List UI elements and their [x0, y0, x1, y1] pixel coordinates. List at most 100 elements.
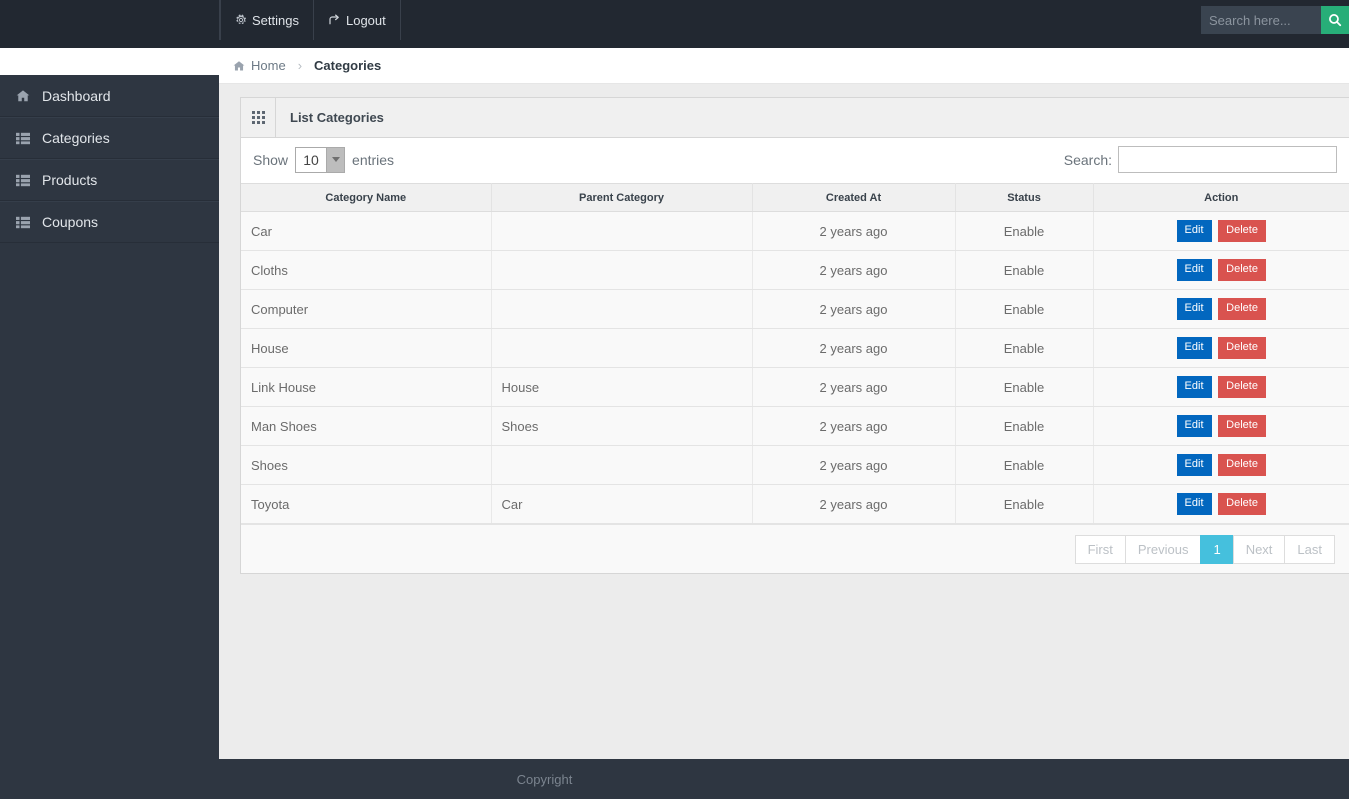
cell-created-at: 2 years ago	[752, 211, 956, 251]
sidebar-item-categories[interactable]: Categories	[0, 117, 219, 159]
global-search	[1201, 6, 1349, 34]
table-body: Car 2 years ago Enable Edit Delete Cloth…	[241, 211, 1349, 524]
column-header-status[interactable]: Status	[955, 183, 1094, 212]
cell-created-at: 2 years ago	[752, 484, 956, 524]
cell-created-at: 2 years ago	[752, 289, 956, 329]
panel-header: List Categories	[241, 98, 1349, 138]
edit-button[interactable]: Edit	[1176, 259, 1212, 281]
list-icon	[16, 216, 42, 229]
datatable-search-input[interactable]	[1118, 146, 1337, 173]
edit-button[interactable]: Edit	[1176, 337, 1212, 359]
edit-button[interactable]: Edit	[1176, 298, 1212, 320]
footer-copyright: Copyright	[516, 771, 573, 787]
sidebar-item-categories-label: Categories	[42, 130, 110, 146]
datatable-controls: Show 10 entries Search:	[241, 146, 1349, 183]
delete-button[interactable]: Delete	[1218, 376, 1266, 398]
home-icon	[16, 89, 42, 103]
table-row: Man Shoes Shoes 2 years ago Enable Edit …	[241, 406, 1349, 446]
pagination-last[interactable]: Last	[1284, 534, 1335, 564]
column-header-parent-category[interactable]: Parent Category	[491, 183, 753, 212]
table-row: Cloths 2 years ago Enable Edit Delete	[241, 250, 1349, 290]
nav-item-settings[interactable]: Settings	[220, 0, 314, 40]
table-row: House 2 years ago Enable Edit Delete	[241, 328, 1349, 368]
cell-status: Enable	[955, 484, 1094, 524]
top-nav-items: Settings Logout	[219, 0, 401, 40]
entries-select[interactable]: 10	[295, 146, 346, 173]
cell-action: Edit Delete	[1093, 406, 1349, 446]
global-search-input[interactable]	[1201, 6, 1321, 34]
datatable-search: Search:	[1064, 146, 1337, 173]
breadcrumb-current: Categories	[314, 58, 382, 73]
delete-button[interactable]: Delete	[1218, 259, 1266, 281]
edit-button[interactable]: Edit	[1176, 415, 1212, 437]
gear-icon	[235, 14, 247, 26]
breadcrumb-separator: ›	[297, 58, 303, 73]
column-header-created-at[interactable]: Created At	[752, 183, 956, 212]
cell-action: Edit Delete	[1093, 328, 1349, 368]
chevron-down-icon[interactable]	[326, 147, 345, 172]
sidebar-item-products[interactable]: Products	[0, 159, 219, 201]
main-content: Home › Categories List Categories Show 1…	[219, 48, 1349, 759]
cell-created-at: 2 years ago	[752, 250, 956, 290]
breadcrumb-home-link[interactable]: Home	[251, 58, 286, 73]
panel-body: Show 10 entries Search: Category Name Pa…	[241, 138, 1349, 573]
pagination-first[interactable]: First	[1074, 534, 1126, 564]
edit-button[interactable]: Edit	[1176, 493, 1212, 515]
sidebar-item-dashboard[interactable]: Dashboard	[0, 75, 219, 117]
cell-parent-category: Car	[491, 484, 753, 524]
sidebar: Dashboard Categories Products Coupons	[0, 75, 219, 759]
sidebar-item-dashboard-label: Dashboard	[42, 87, 111, 104]
cell-category-name: Shoes	[241, 445, 492, 485]
delete-button[interactable]: Delete	[1218, 493, 1266, 515]
sidebar-item-coupons[interactable]: Coupons	[0, 201, 219, 243]
cell-action: Edit Delete	[1093, 484, 1349, 524]
column-header-action: Action	[1093, 183, 1349, 212]
cell-parent-category: House	[491, 367, 753, 407]
table-row: Computer 2 years ago Enable Edit Delete	[241, 289, 1349, 329]
top-navbar: Settings Logout	[0, 0, 1349, 48]
cell-parent-category	[491, 289, 753, 329]
logout-arrow-icon	[328, 14, 341, 26]
cell-status: Enable	[955, 406, 1094, 446]
cell-category-name: Cloths	[241, 250, 492, 290]
column-header-category-name[interactable]: Category Name	[241, 183, 492, 212]
datatable-search-label: Search:	[1063, 151, 1112, 168]
datatable-footer: First Previous 1 Next Last	[241, 524, 1349, 573]
cell-parent-category	[491, 445, 753, 485]
cell-status: Enable	[955, 367, 1094, 407]
sidebar-item-products-label: Products	[42, 172, 98, 188]
cell-category-name: Computer	[241, 289, 492, 329]
cell-action: Edit Delete	[1093, 367, 1349, 407]
entries-suffix-label: entries	[352, 151, 395, 168]
cell-parent-category	[491, 211, 753, 251]
nav-item-settings-label: Settings	[252, 12, 299, 28]
cell-created-at: 2 years ago	[752, 367, 956, 407]
cell-status: Enable	[955, 250, 1094, 290]
categories-table: Category Name Parent Category Created At…	[241, 183, 1349, 524]
pagination-previous[interactable]: Previous	[1124, 534, 1202, 564]
edit-button[interactable]: Edit	[1176, 376, 1212, 398]
edit-button[interactable]: Edit	[1176, 220, 1212, 242]
nav-item-logout[interactable]: Logout	[312, 0, 401, 40]
list-icon	[16, 132, 42, 145]
delete-button[interactable]: Delete	[1218, 298, 1266, 320]
pagination: First Previous 1 Next Last	[1074, 534, 1335, 564]
cell-created-at: 2 years ago	[752, 445, 956, 485]
delete-button[interactable]: Delete	[1218, 220, 1266, 242]
global-search-button[interactable]	[1321, 6, 1349, 34]
cell-action: Edit Delete	[1093, 445, 1349, 485]
page-root: Settings Logout Search here... Dashboard…	[0, 0, 1349, 799]
pagination-next[interactable]: Next	[1232, 534, 1286, 564]
entries-length-control: Show 10 entries	[253, 146, 395, 173]
cell-status: Enable	[955, 289, 1094, 329]
nav-item-logout-label: Logout	[345, 12, 386, 28]
delete-button[interactable]: Delete	[1218, 337, 1266, 359]
cell-action: Edit Delete	[1093, 289, 1349, 329]
delete-button[interactable]: Delete	[1218, 415, 1266, 437]
footer: Copyright	[0, 759, 1349, 799]
cell-category-name: House	[241, 328, 492, 368]
delete-button[interactable]: Delete	[1218, 454, 1266, 476]
cell-created-at: 2 years ago	[752, 328, 956, 368]
pagination-page-1[interactable]: 1	[1200, 534, 1234, 564]
edit-button[interactable]: Edit	[1176, 454, 1212, 476]
